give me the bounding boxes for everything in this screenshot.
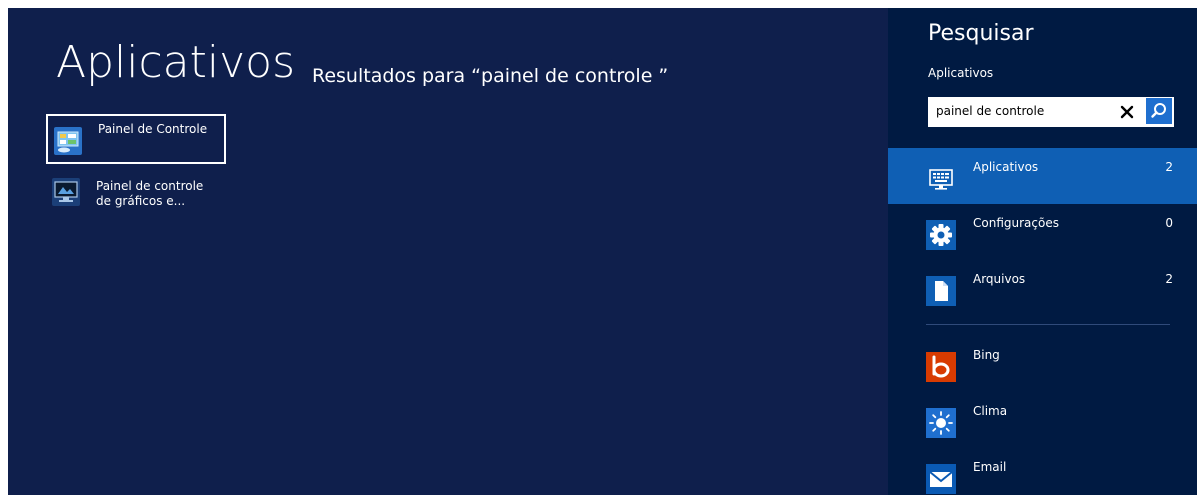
close-icon[interactable] (1116, 101, 1138, 123)
search-pane-title: Pesquisar (928, 21, 1034, 46)
bing-icon (926, 352, 956, 382)
search-results-area: Aplicativos Resultados para “painel de c… (8, 8, 888, 495)
results-subtitle: Resultados para “painel de controle ” (312, 65, 669, 87)
control-panel-icon (54, 127, 82, 155)
graphics-control-panel-icon (52, 178, 80, 206)
page-title: Aplicativos (56, 37, 295, 88)
scope-item-configuracoes[interactable]: Configurações 0 (888, 204, 1197, 260)
result-label-line2: de gráficos e... (96, 194, 186, 208)
mail-icon (926, 464, 956, 494)
app-label: Bing (973, 348, 1000, 362)
search-scope-label: Aplicativos (928, 66, 994, 80)
document-icon (926, 276, 956, 306)
scope-item-aplicativos[interactable]: Aplicativos 2 (888, 148, 1197, 204)
app-item-bing[interactable]: Bing (888, 342, 1197, 392)
result-tile-graphics-control-panel[interactable]: Painel de controle de gráficos e... (46, 172, 226, 222)
scope-label: Aplicativos (973, 160, 1039, 174)
search-query[interactable]: painel de controle (936, 104, 1044, 118)
scope-label: Arquivos (973, 272, 1026, 286)
scope-count: 2 (1165, 160, 1173, 174)
app-item-email[interactable]: Email (888, 454, 1197, 495)
app-label: Email (973, 460, 1007, 474)
search-icon (1151, 103, 1166, 118)
scope-item-arquivos[interactable]: Arquivos 2 (888, 260, 1197, 316)
pane-divider (926, 324, 1170, 325)
gear-icon (926, 220, 956, 250)
search-button[interactable] (1146, 98, 1172, 124)
scope-count: 0 (1165, 216, 1173, 230)
result-label: Painel de Controle (98, 122, 208, 136)
result-tile-control-panel[interactable]: Painel de Controle (46, 114, 226, 164)
result-label-line1: Painel de controle (96, 179, 204, 193)
search-input[interactable]: painel de controle (928, 97, 1174, 127)
app-item-clima[interactable]: Clima (888, 398, 1197, 448)
search-pane: Pesquisar Aplicativos painel de controle (888, 8, 1197, 495)
start-screen: Aplicativos Resultados para “painel de c… (8, 8, 1197, 495)
sun-icon (926, 408, 956, 438)
app-label: Clima (973, 404, 1008, 418)
keyboard-monitor-icon (926, 164, 956, 194)
scope-count: 2 (1165, 272, 1173, 286)
scope-label: Configurações (973, 216, 1059, 230)
